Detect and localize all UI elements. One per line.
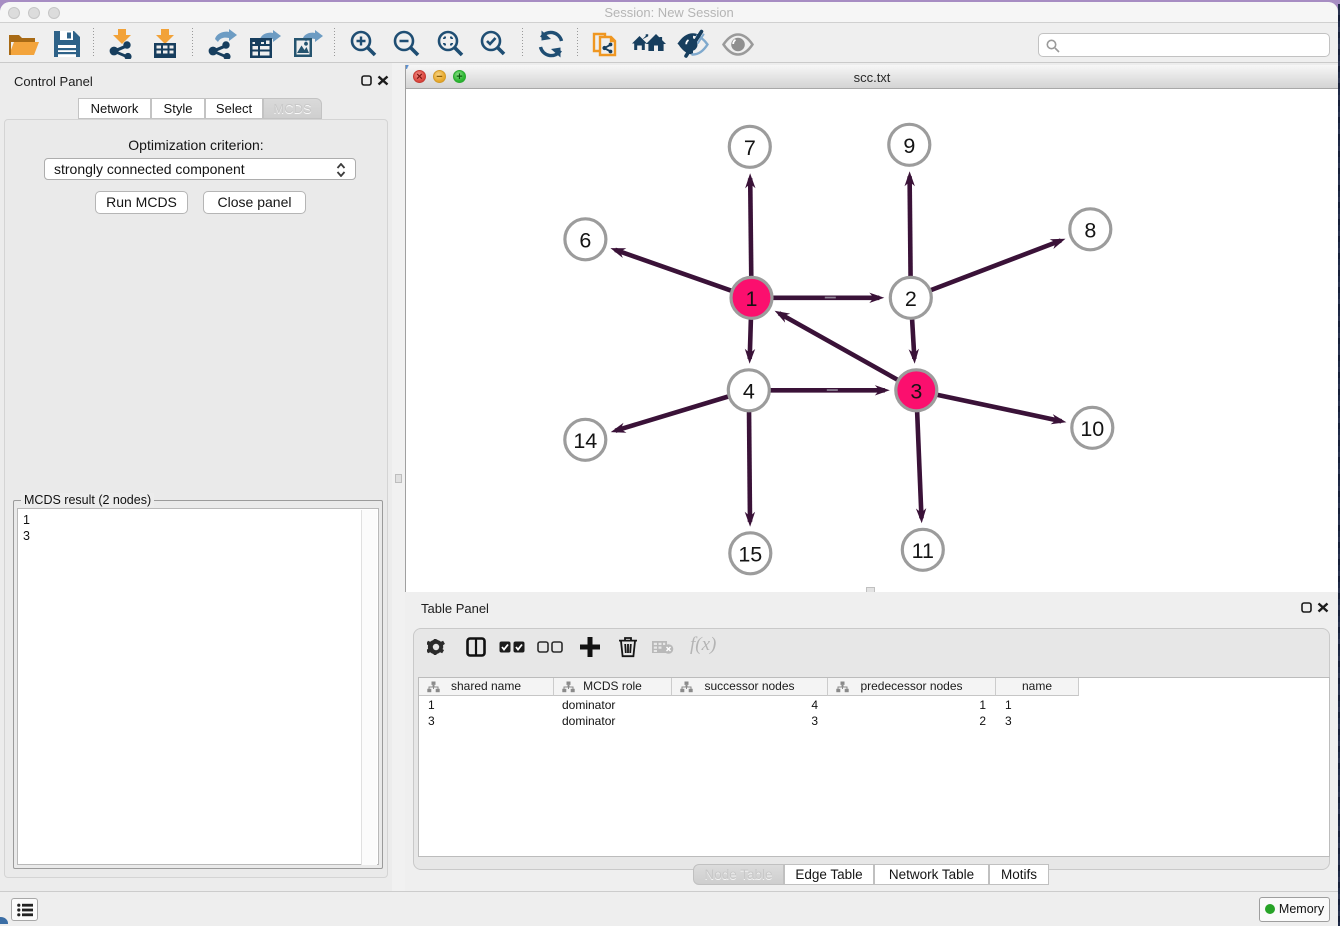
svg-text:8: 8 — [1084, 218, 1096, 242]
svg-text:1: 1 — [746, 287, 758, 311]
svg-text:11: 11 — [912, 539, 934, 563]
svg-text:10: 10 — [1080, 417, 1104, 441]
svg-text:9: 9 — [903, 134, 915, 158]
svg-text:4: 4 — [743, 379, 755, 403]
svg-text:14: 14 — [573, 429, 597, 453]
svg-text:7: 7 — [744, 136, 756, 160]
svg-text:6: 6 — [579, 228, 591, 252]
svg-text:3: 3 — [910, 379, 922, 403]
svg-text:2: 2 — [905, 287, 917, 311]
svg-text:15: 15 — [738, 542, 762, 566]
